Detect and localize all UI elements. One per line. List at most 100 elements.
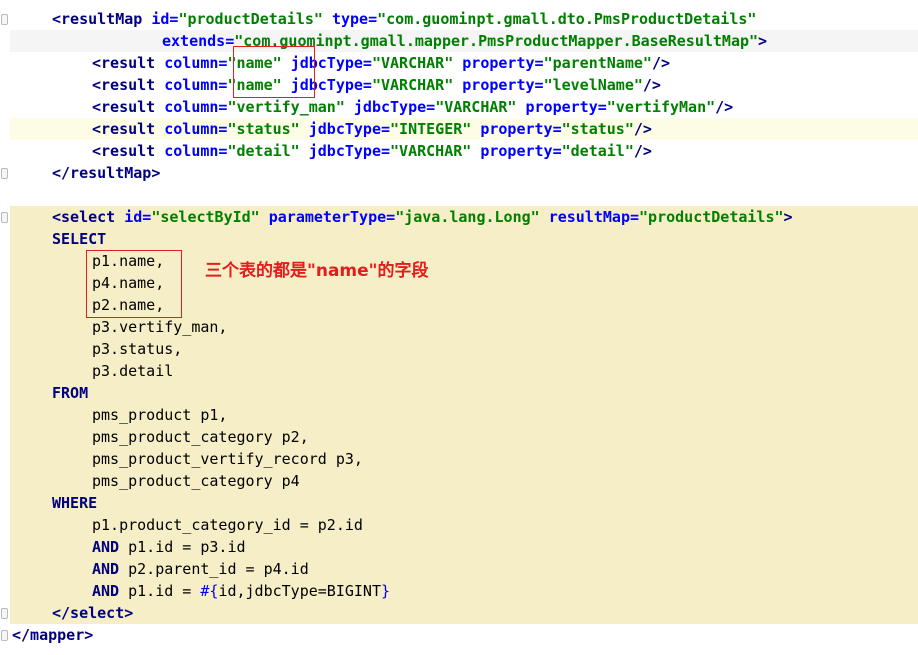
tag-bracket: > [783,208,793,226]
code-line: <resultMap id="productDetails" type="com… [10,8,918,30]
sql-keyword: AND [92,560,120,578]
code-line: <result column="name" jdbcType="VARCHAR"… [10,74,918,96]
sql-column: p3.status, [92,340,183,358]
code-line: pms_product p1, [10,404,918,426]
attr-name: column= [164,120,228,138]
attr-value: "status" [561,120,634,138]
sql-keyword: WHERE [52,494,98,512]
attr-name: property= [462,76,544,94]
code-line: <result column="vertify_man" jdbcType="V… [10,96,918,118]
attr-value: "parentName" [543,54,652,72]
tag-bracket: /> [633,142,652,160]
sql-column: p3.detail [92,362,174,380]
code-line: WHERE [10,492,918,514]
attr-name: id= [124,208,152,226]
attr-value: "vertifyMan" [606,98,716,116]
sql-condition: p2.parent_id = p4.id [119,560,309,578]
attr-value: "com.guominpt.gmall.dto.PmsProductDetail… [377,10,757,28]
code-line: </mapper> [12,624,918,646]
code-line: <select id="selectById" parameterType="j… [10,206,918,228]
sql-keyword: FROM [52,384,89,402]
attr-value: "levelName" [543,76,643,94]
attr-value: "VARCHAR" [371,54,454,72]
attr-name: jdbcType= [353,98,436,116]
attr-name: type= [331,10,378,28]
code-line: AND p1.id = p3.id [10,536,918,558]
attr-name: id= [151,10,179,28]
code-line: AND p2.parent_id = p4.id [10,558,918,580]
attr-name: property= [525,98,607,116]
attr-name: column= [164,54,228,72]
annotation-note: 三个表的都是"name"的字段 [205,261,429,281]
code-line: pms_product_vertify_record p3, [10,448,918,470]
code-line: p1.product_category_id = p2.id [10,514,918,536]
attr-name: extends= [162,32,235,50]
attr-value: "VARCHAR" [435,98,517,116]
attr-name: property= [462,54,544,72]
attr-name: column= [164,76,228,94]
fold-marker-icon[interactable] [1,212,8,223]
result-tag: <result [92,54,156,72]
result-tag: <result [92,76,156,94]
attr-name: column= [164,142,228,160]
result-tag: <result [92,120,156,138]
sql-column: p3.vertify_man, [92,318,228,336]
sql-table: pms_product_category p4 [92,472,300,490]
resultmap-close-tag: </resultMap> [52,164,161,182]
sql-condition: p1.product_category_id = p2.id [92,516,363,534]
sql-table: pms_product p1, [92,406,228,424]
mybatis-param-close: } [381,582,391,600]
attr-value: "VARCHAR" [390,142,472,160]
code-line: SELECT [10,228,918,250]
code-line: pms_product_category p2, [10,426,918,448]
tag-bracket: /> [642,76,661,94]
mybatis-param: id,jdbcType=BIGINT [218,582,381,600]
editor-gutter [0,0,10,655]
attr-value: "vertify_man" [227,98,345,116]
attr-name: jdbcType= [308,142,391,160]
fold-marker-icon[interactable] [1,608,8,619]
sql-condition: p1.id = [119,582,201,600]
sql-table: pms_product_category p2, [92,428,309,446]
code-line: </resultMap> [10,162,918,184]
mapper-close-tag: </mapper> [12,626,94,644]
select-close-tag: </select> [52,604,134,622]
code-line: AND p1.id = #{id,jdbcType=BIGINT} [10,580,918,602]
sql-condition: p1.id = p3.id [119,538,246,556]
annotation-box-column-name [233,46,315,98]
select-open-tag: <select [52,208,116,226]
tag-bracket: /> [651,54,670,72]
attr-name: jdbcType= [308,120,391,138]
attr-name: column= [164,98,228,116]
attr-name: parameterType= [268,208,396,226]
attr-value: "VARCHAR" [371,76,454,94]
fold-marker-icon[interactable] [1,14,8,25]
attr-value: "selectById" [151,208,260,226]
attr-value: "detail" [227,142,300,160]
fold-marker-icon[interactable] [1,168,8,179]
tag-bracket: > [758,32,768,50]
fold-marker-icon[interactable] [1,630,8,641]
resultmap-open-tag: <resultMap [52,10,143,28]
tag-bracket: /> [633,120,652,138]
code-line: pms_product_category p4 [10,470,918,492]
attr-value: "detail" [561,142,634,160]
sql-keyword: AND [92,582,120,600]
attr-value: "java.lang.Long" [395,208,540,226]
code-line: p3.detail [10,360,918,382]
sql-keyword: SELECT [52,230,107,248]
annotation-box-select-name [86,250,182,318]
attr-name: property= [480,120,562,138]
attr-value: "INTEGER" [390,120,472,138]
code-line: </select> [10,602,918,624]
code-line: p3.status, [10,338,918,360]
attr-name: resultMap= [548,208,640,226]
mybatis-param-open: #{ [200,582,219,600]
attr-value: "productDetails" [178,10,323,28]
attr-name: property= [480,142,562,160]
sql-table: pms_product_vertify_record p3, [92,450,363,468]
tag-bracket: /> [715,98,734,116]
code-line: FROM [10,382,918,404]
code-line-current: <result column= "status" jdbcType="INTEGE… [10,118,918,140]
attr-value: "productDetails" [639,208,784,226]
